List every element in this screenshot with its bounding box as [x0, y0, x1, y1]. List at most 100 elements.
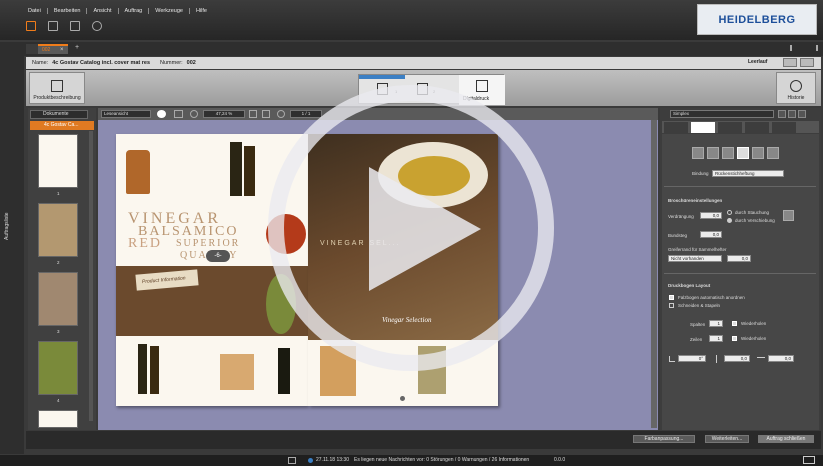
menu-hilfe[interactable]: Hilfe — [190, 8, 213, 14]
canvas-scrollbar[interactable] — [651, 120, 657, 428]
tab-job-002[interactable]: 002 × — [38, 44, 68, 54]
color-adjust-button[interactable]: Farbanpassung... — [633, 435, 695, 443]
page-thumbnail-5[interactable] — [38, 410, 78, 428]
step-progress — [359, 75, 405, 79]
hand-tool-icon[interactable] — [157, 110, 166, 118]
page-thumbnail-4[interactable] — [38, 341, 78, 395]
columns-field[interactable]: 1 — [709, 320, 723, 327]
radio-verschiebung[interactable] — [727, 218, 732, 223]
job-number: 002 — [186, 60, 196, 66]
documents-dropdown[interactable]: Dokumente — [30, 110, 88, 119]
product-description-label: Produktbeschreibung — [33, 95, 81, 101]
angle-icon — [669, 356, 675, 362]
menu-auftrag[interactable]: Auftrag — [119, 8, 150, 14]
repeat-rows-checkbox[interactable] — [732, 336, 737, 341]
menu-bearbeiten[interactable]: Bearbeiten — [48, 8, 88, 14]
gutter-field[interactable]: 0,0 — [700, 231, 722, 238]
close-icon[interactable]: × — [60, 47, 64, 53]
close-job-button[interactable]: Auftrag schließen — [758, 435, 814, 443]
auto-arrange-checkbox[interactable] — [669, 295, 674, 300]
idle-status[interactable]: Leerlauf — [748, 59, 767, 65]
angle-select[interactable]: 0° — [678, 355, 706, 362]
forward-button[interactable] — [783, 58, 797, 67]
window-controls-icon[interactable] — [790, 45, 818, 51]
custom-layout-icon[interactable] — [767, 147, 779, 159]
bottles-group-image — [220, 354, 254, 390]
booklet-icon[interactable] — [737, 147, 749, 159]
gear-icon[interactable] — [92, 21, 102, 31]
add-tab-button[interactable]: + — [75, 44, 79, 51]
vertical-spacing-field[interactable]: 0,0 — [724, 355, 750, 362]
page-number: 4 — [57, 398, 60, 403]
menu-werkzeuge[interactable]: Werkzeuge — [149, 8, 190, 14]
eyedropper-icon[interactable] — [174, 110, 183, 118]
heidelberg-logo: HEIDELBERG — [697, 4, 817, 35]
cut-stack-checkbox[interactable] — [669, 303, 674, 308]
repeat-rows-label: Wiederholen — [741, 336, 767, 341]
print-icon[interactable] — [48, 21, 58, 31]
preset-select[interactable]: Simplex — [670, 110, 774, 118]
horizontal-spacing-field[interactable]: 0,0 — [768, 355, 794, 362]
radio-stauchung[interactable] — [727, 210, 732, 215]
notification-icon[interactable] — [803, 456, 815, 464]
page-number: 2 — [57, 260, 60, 265]
rows-label: Zeilen — [690, 337, 703, 342]
history-button[interactable]: Historie — [776, 72, 816, 104]
save-preset-button[interactable] — [798, 110, 806, 118]
thumbnail-scrollbar[interactable] — [89, 131, 93, 421]
job-list-label[interactable]: Auftragsliste — [4, 212, 10, 240]
job-settings-icon[interactable] — [70, 21, 80, 31]
vinegar-bottle-image — [126, 150, 150, 194]
tab-document-icon[interactable] — [664, 122, 688, 133]
view-mode-select[interactable]: Leseansicht — [101, 110, 151, 118]
clock-icon — [790, 80, 802, 92]
page-field[interactable]: 1 / 1 — [290, 110, 322, 118]
fit-width-icon[interactable] — [249, 110, 257, 118]
step-repeat-icon[interactable] — [722, 147, 734, 159]
tab-home[interactable] — [26, 44, 38, 54]
tab-label: 002 — [42, 47, 51, 53]
zoom-field[interactable]: 47,24 % — [203, 110, 245, 118]
page-number: 3 — [57, 329, 60, 334]
forward-job-button[interactable]: Weiterleiten... — [705, 435, 749, 443]
monitor-icon[interactable] — [288, 457, 296, 464]
tab-strip — [0, 42, 823, 56]
spread-icon[interactable] — [707, 147, 719, 159]
play-icon[interactable] — [369, 167, 481, 291]
repeat-columns-label: Wiederholen — [741, 321, 767, 326]
status-message[interactable]: Es liegen neue Nachrichten vor: 0 Störun… — [354, 457, 529, 463]
tab-marks-icon[interactable] — [718, 122, 742, 133]
edit-button[interactable] — [800, 58, 814, 67]
page-marker: -6- — [206, 250, 230, 262]
new-job-icon[interactable] — [26, 21, 36, 31]
rows-field[interactable]: 1 — [709, 335, 723, 342]
balsamic-bottle-image — [230, 142, 242, 196]
binding-select[interactable]: Rückenstichheftung — [712, 170, 784, 177]
zoom-icon[interactable] — [190, 110, 198, 118]
job-list-sidebar[interactable] — [0, 42, 24, 454]
tab-layout-icon[interactable] — [691, 122, 715, 133]
page-thumbnail-1[interactable] — [38, 134, 78, 188]
menu-datei[interactable]: Datei — [22, 8, 48, 14]
gang-icon[interactable] — [752, 147, 764, 159]
product-description-button[interactable]: Produktbeschreibung — [29, 72, 85, 104]
add-preset-button[interactable] — [778, 110, 786, 118]
binding-type-buttons — [692, 147, 792, 159]
creep-table-button[interactable] — [783, 210, 794, 221]
cut-stack-label: Schneiden & Stapeln — [678, 303, 721, 308]
remove-preset-button[interactable] — [788, 110, 796, 118]
repeat-columns-checkbox[interactable] — [732, 321, 737, 326]
menu-ansicht[interactable]: Ansicht — [87, 8, 119, 14]
page-thumbnail-3[interactable] — [38, 272, 78, 326]
fit-height-icon[interactable] — [262, 110, 270, 118]
gripper-field[interactable]: 0,0 — [727, 255, 751, 262]
bottle-image — [278, 348, 290, 394]
single-page-icon[interactable] — [692, 147, 704, 159]
document-item[interactable]: 4c Gostav Ca... — [30, 121, 94, 130]
tab-color-icon[interactable] — [745, 122, 769, 133]
rotate-icon[interactable] — [277, 110, 285, 118]
page-thumbnail-2[interactable] — [38, 203, 78, 257]
creep-field[interactable]: 0,0 — [700, 212, 722, 219]
gripper-select[interactable]: Nicht vorhanden — [668, 255, 722, 262]
tab-output-icon[interactable] — [772, 122, 796, 133]
